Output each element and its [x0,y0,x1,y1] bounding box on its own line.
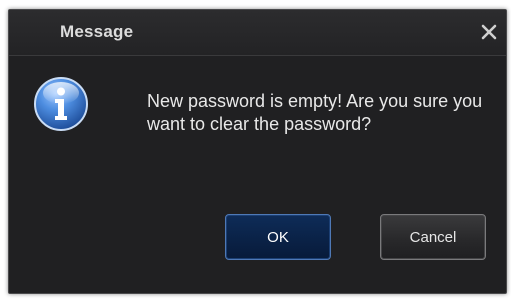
page: Message New password is empty! Are you s… [0,0,511,302]
ok-button-label: OK [267,228,289,246]
dialog-message: New password is empty! Are you sure you … [147,91,483,134]
info-icon [33,76,89,132]
close-icon [481,24,497,40]
cancel-button-label: Cancel [409,228,457,246]
title-bar[interactable]: Message [9,10,506,56]
close-button[interactable] [476,19,502,45]
cancel-button[interactable]: Cancel [380,214,486,260]
ok-button[interactable]: OK [225,214,331,260]
dialog-title: Message [60,22,134,41]
message-dialog: Message New password is empty! Are you s… [8,9,507,294]
